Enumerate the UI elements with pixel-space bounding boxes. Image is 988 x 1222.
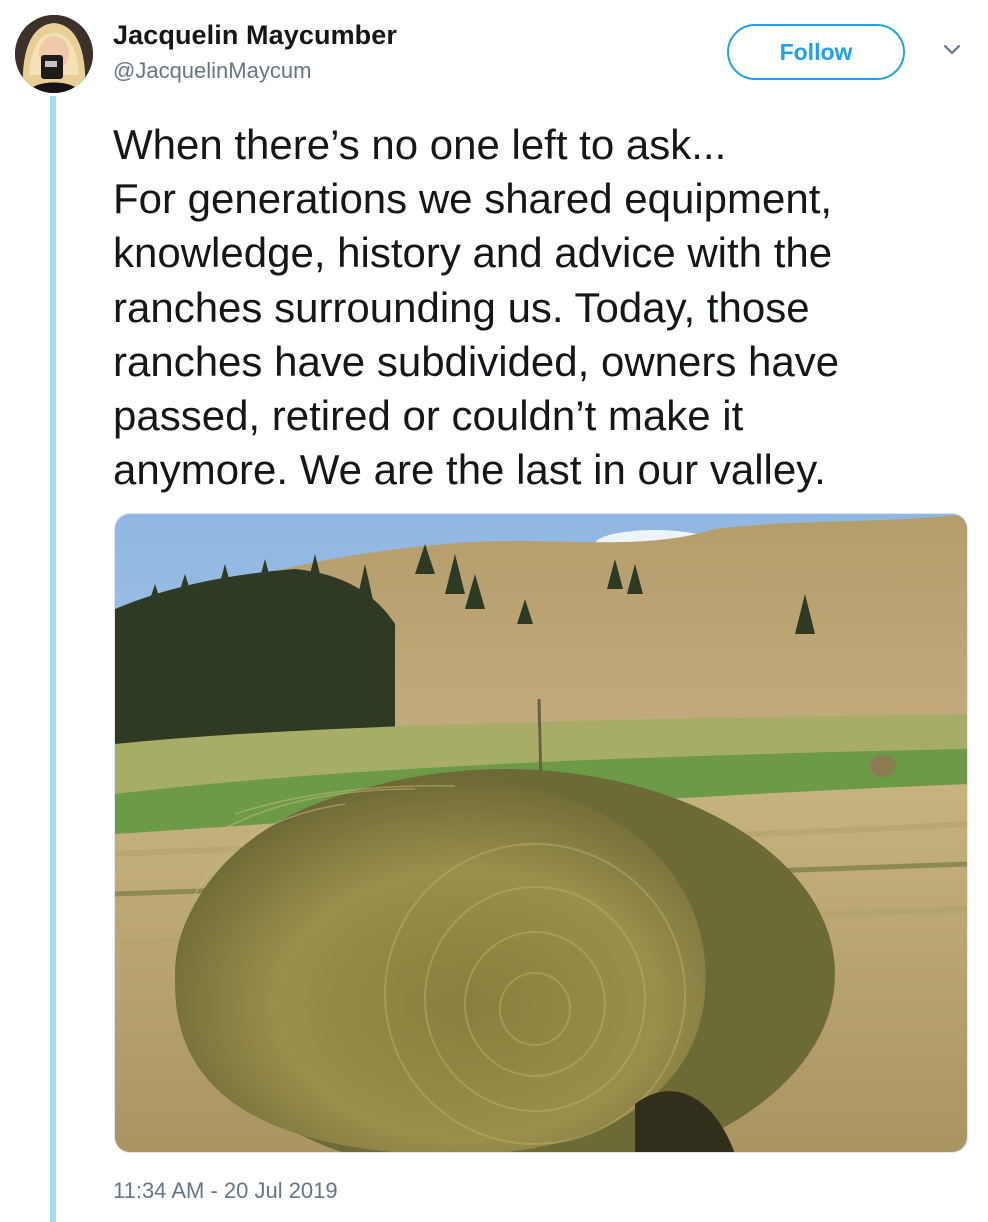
hay-bale-field-photo — [115, 514, 967, 1152]
tweet-text-line: When there’s no one left to ask... — [113, 121, 727, 168]
thread-connector-line — [50, 96, 56, 1222]
avatar[interactable] — [15, 15, 93, 93]
user-handle[interactable]: @JacquelinMaycum — [113, 58, 311, 84]
tweet-text-line: ranches have subdivided, owners have — [113, 337, 840, 385]
tweet-text-line: anymore. We are the last in our valley. — [113, 446, 826, 494]
tweet-text: When there’s no one left to ask... For g… — [113, 118, 963, 497]
chevron-down-icon[interactable] — [936, 38, 968, 62]
display-name[interactable]: Jacquelin Maycumber — [113, 20, 397, 51]
tweet-photo[interactable] — [114, 513, 968, 1153]
tweet-text-line: passed, retired or couldn’t make it — [113, 392, 744, 440]
tweet-timestamp[interactable]: 11:34 AM - 20 Jul 2019 — [113, 1178, 338, 1204]
tweet-text-line: knowledge, history and advice with the — [113, 229, 833, 277]
tweet-text-line: ranches surrounding us. Today, those — [113, 283, 810, 331]
avatar-image — [15, 15, 93, 93]
follow-button[interactable]: Follow — [727, 24, 905, 80]
tweet-text-line: For generations we shared equipment, — [113, 175, 833, 223]
